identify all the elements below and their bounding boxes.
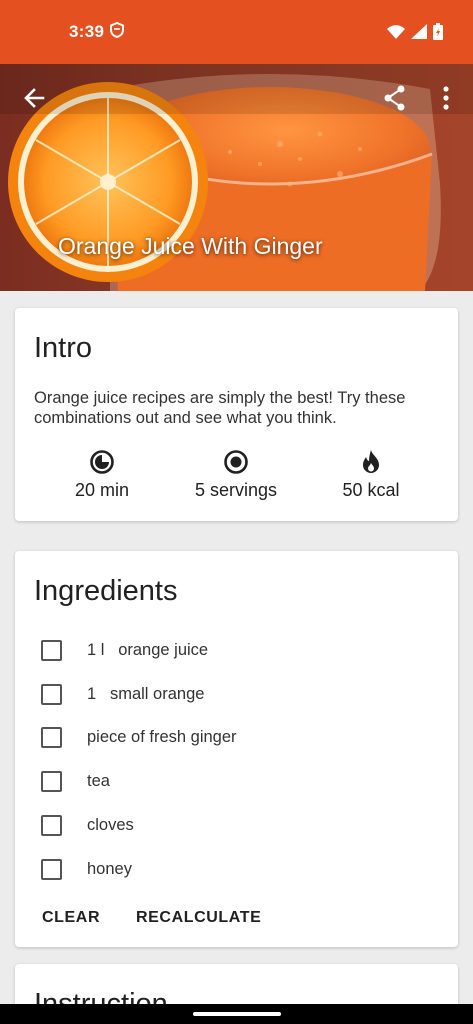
servings-icon (166, 448, 306, 476)
home-handle[interactable] (193, 1012, 281, 1016)
ingredient-name: small orange (109, 684, 205, 703)
battery-icon (433, 23, 443, 45)
more-vert-icon[interactable] (432, 84, 460, 112)
intro-card: Intro Orange juice recipes are simply th… (15, 308, 458, 521)
list-item[interactable]: piece of fresh ginger (41, 722, 237, 752)
stat-calories: 50 kcal (301, 448, 441, 501)
ingredient-name: orange juice (118, 640, 209, 659)
ingredient-checkbox[interactable] (41, 683, 62, 705)
ingredient-checkbox[interactable] (41, 770, 62, 792)
ingredient-name: honey (87, 859, 132, 878)
ingredient-name: piece of fresh ginger (87, 727, 237, 746)
recipe-title: Orange Juice With Ginger (58, 233, 323, 259)
clear-button[interactable]: CLEAR (42, 909, 100, 927)
share-icon[interactable] (381, 84, 409, 112)
navigation-bar (0, 1004, 473, 1024)
list-item[interactable]: honey (41, 854, 132, 884)
stat-servings: 5 servings (166, 448, 306, 501)
shield-icon (110, 21, 124, 43)
stat-calories-value: 50 kcal (342, 480, 400, 500)
intro-heading: Intro (34, 332, 93, 364)
list-item[interactable]: cloves (41, 810, 134, 840)
fire-icon (301, 448, 441, 476)
wifi-icon (387, 24, 405, 44)
hero-image: Orange Juice With Ginger (0, 64, 473, 291)
ingredient-checkbox[interactable] (41, 726, 62, 748)
list-item[interactable]: 1 small orange (41, 679, 204, 709)
ingredient-checkbox[interactable] (41, 814, 62, 836)
signal-icon (411, 24, 427, 44)
ingredient-name: cloves (87, 815, 134, 834)
ingredient-checkbox[interactable] (41, 639, 62, 661)
status-bar: 3:39 (0, 0, 473, 64)
ingredient-name: tea (87, 771, 110, 790)
timer-icon (32, 448, 172, 476)
list-item[interactable]: 1 l orange juice (41, 635, 208, 665)
ingredient-checkbox[interactable] (41, 858, 62, 880)
intro-description: Orange juice recipes are simply the best… (34, 389, 406, 427)
stat-time: 20 min (32, 448, 172, 501)
status-time: 3:39 (69, 22, 105, 41)
ingredient-qty: 1 l (87, 640, 105, 659)
ingredient-qty: 1 (87, 684, 97, 703)
stat-servings-value: 5 servings (194, 480, 278, 500)
list-item[interactable]: tea (41, 766, 110, 796)
back-arrow-icon[interactable] (20, 84, 48, 112)
ingredients-heading: Ingredients (34, 575, 178, 607)
recalculate-button[interactable]: RECALCULATE (136, 909, 261, 927)
ingredients-card: Ingredients 1 l orange juice 1 small ora… (15, 551, 458, 947)
stat-time-value: 20 min (74, 480, 130, 500)
